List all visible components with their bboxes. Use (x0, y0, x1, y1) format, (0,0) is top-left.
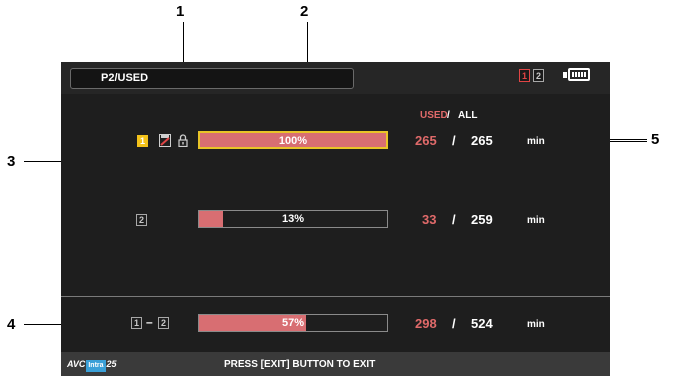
slot-2-usage-bar: 13% (198, 210, 388, 228)
callout-2: 2 (300, 3, 309, 20)
slot-1-slash: / (452, 133, 456, 148)
lock-icon (178, 134, 188, 147)
footer-bar: AVC Intra 25 PRESS [EXIT] BUTTON TO EXIT (61, 352, 610, 376)
total-slash: / (452, 316, 456, 331)
slot-1-usage-bar: 100% (198, 131, 388, 149)
p2-used-screen: P2/USED 1 2 USED / ALL 1 100% 265 / 265 … (61, 62, 610, 376)
slot-1-unit: min (527, 136, 545, 147)
callout-4: 4 (7, 316, 16, 333)
slot-1-all: 265 (471, 133, 493, 148)
header-slash: / (447, 110, 450, 121)
total-dash: – (146, 315, 153, 329)
header-used: USED (420, 110, 448, 121)
total-percent: 57% (281, 317, 305, 329)
battery-icon (568, 68, 590, 81)
slot-2-slash: / (452, 212, 456, 227)
slot-1-used: 265 (415, 133, 437, 148)
callout-5: 5 (651, 131, 660, 148)
title-pill: P2/USED (70, 68, 354, 89)
slot-2-badge: 2 (136, 214, 147, 226)
total-slot-to-badge: 2 (158, 317, 169, 329)
top-bar: P2/USED 1 2 (61, 62, 610, 94)
slot-2-percent: 13% (281, 213, 305, 225)
exit-message: PRESS [EXIT] BUTTON TO EXIT (224, 359, 376, 370)
slot-1-badge: 1 (137, 135, 148, 147)
header-all: ALL (458, 110, 478, 121)
screen-title: P2/USED (101, 72, 149, 84)
callout-1: 1 (176, 3, 185, 20)
write-protect-icon (159, 134, 171, 147)
slot-2-unit: min (527, 215, 545, 226)
total-used: 298 (415, 316, 437, 331)
slot-2-used: 33 (422, 212, 437, 227)
card-slot-1-status-icon: 1 (519, 69, 530, 82)
total-all: 524 (471, 316, 493, 331)
divider (61, 296, 610, 297)
battery-tip (563, 72, 567, 78)
callout-3: 3 (7, 153, 16, 170)
slot-1-percent: 100% (278, 135, 308, 147)
slot-2-all: 259 (471, 212, 493, 227)
total-usage-bar: 57% (198, 314, 388, 332)
avc-intra-logo: AVC Intra 25 (67, 358, 117, 372)
card-slot-2-status-icon: 2 (533, 69, 544, 82)
total-unit: min (527, 319, 545, 330)
total-slot-from-badge: 1 (131, 317, 142, 329)
